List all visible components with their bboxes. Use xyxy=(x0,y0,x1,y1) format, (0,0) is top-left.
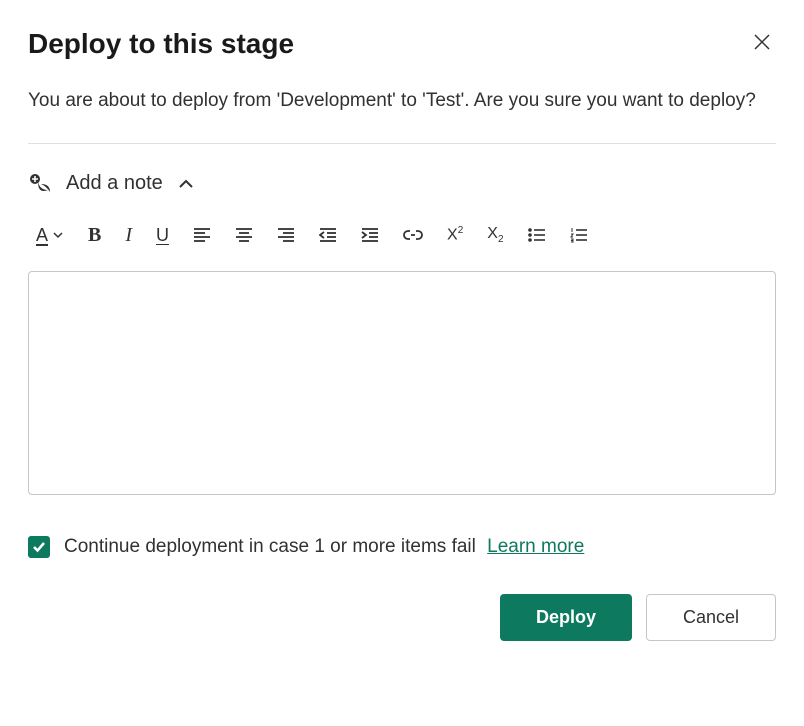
font-color-icon: A xyxy=(36,225,48,246)
continue-deployment-row: Continue deployment in case 1 or more it… xyxy=(28,536,776,558)
superscript-button[interactable]: X2 xyxy=(447,225,463,244)
dialog-title: Deploy to this stage xyxy=(28,28,294,60)
increase-indent-button[interactable] xyxy=(361,226,379,244)
align-center-button[interactable] xyxy=(235,226,253,244)
subscript-icon: X2 xyxy=(487,225,503,245)
numbered-list-icon xyxy=(570,226,588,244)
superscript-icon: X2 xyxy=(447,225,463,244)
bullet-list-button[interactable] xyxy=(528,226,546,244)
underline-button[interactable]: U xyxy=(156,225,169,246)
close-icon xyxy=(752,32,772,52)
font-color-button[interactable]: A xyxy=(36,225,48,246)
align-center-icon xyxy=(235,226,253,244)
dialog-description: You are about to deploy from 'Developmen… xyxy=(28,88,776,115)
dialog-header: Deploy to this stage xyxy=(28,28,776,60)
link-button[interactable] xyxy=(403,228,423,242)
link-icon xyxy=(403,228,423,242)
continue-deployment-checkbox[interactable] xyxy=(28,536,50,558)
chevron-up-icon xyxy=(177,175,195,193)
increase-indent-icon xyxy=(361,226,379,244)
dialog-footer: Deploy Cancel xyxy=(28,594,776,641)
divider xyxy=(28,143,776,144)
learn-more-link[interactable]: Learn more xyxy=(487,536,584,557)
note-icon xyxy=(28,172,52,196)
cancel-button[interactable]: Cancel xyxy=(646,594,776,641)
bold-icon: B xyxy=(88,224,101,247)
continue-deployment-label: Continue deployment in case 1 or more it… xyxy=(64,536,584,558)
font-color-dropdown[interactable] xyxy=(52,229,64,241)
italic-icon: I xyxy=(125,224,132,247)
chevron-down-icon xyxy=(52,229,64,241)
numbered-list-button[interactable] xyxy=(570,226,588,244)
align-left-icon xyxy=(193,226,211,244)
align-left-button[interactable] xyxy=(193,226,211,244)
close-button[interactable] xyxy=(748,28,776,56)
checkmark-icon xyxy=(32,540,46,554)
editor-toolbar: A B I U xyxy=(28,224,776,247)
deploy-button[interactable]: Deploy xyxy=(500,594,632,641)
font-color-group: A xyxy=(36,225,64,246)
bold-button[interactable]: B xyxy=(88,224,101,247)
note-section-header[interactable]: Add a note xyxy=(28,172,776,196)
decrease-indent-icon xyxy=(319,226,337,244)
underline-icon: U xyxy=(156,225,169,246)
align-right-icon xyxy=(277,226,295,244)
note-label: Add a note xyxy=(66,172,163,195)
decrease-indent-button[interactable] xyxy=(319,226,337,244)
align-right-button[interactable] xyxy=(277,226,295,244)
subscript-button[interactable]: X2 xyxy=(487,225,503,245)
note-editor[interactable] xyxy=(28,271,776,495)
bullet-list-icon xyxy=(528,226,546,244)
italic-button[interactable]: I xyxy=(125,224,132,247)
